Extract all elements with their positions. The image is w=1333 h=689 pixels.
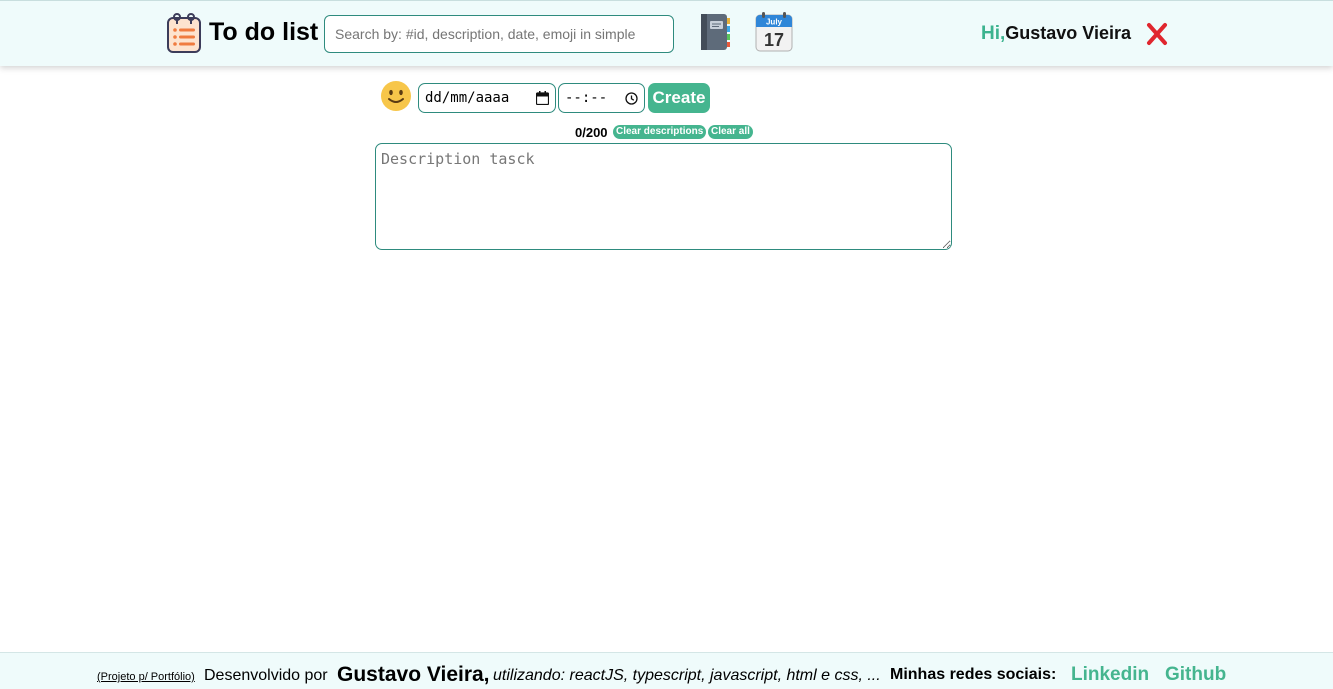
- time-field[interactable]: --:--: [558, 83, 645, 113]
- search-input[interactable]: [324, 15, 674, 53]
- clock-icon[interactable]: [625, 91, 638, 105]
- slightly-smiling-face-icon[interactable]: [380, 80, 412, 112]
- date-value: dd/mm/aaaa: [425, 90, 510, 106]
- user-name: Gustavo Vieira: [1005, 23, 1132, 43]
- greeting-hi: Hi,: [981, 23, 1006, 44]
- author-name: Gustavo Vieira,: [337, 663, 490, 686]
- clear-descriptions-button[interactable]: Clear descriptions: [613, 125, 707, 139]
- notepad-list-icon: [167, 13, 201, 53]
- social-label: Minhas redes sociais:: [890, 666, 1057, 683]
- developed-by-label: Desenvolvido por: [204, 667, 328, 684]
- portfolio-note: (Projeto p/ Portfólio): [97, 671, 195, 683]
- close-icon[interactable]: [1146, 22, 1168, 46]
- linkedin-link[interactable]: Linkedin: [1071, 664, 1149, 686]
- github-link[interactable]: Github: [1165, 664, 1226, 686]
- calendar-picker-icon[interactable]: [536, 91, 549, 105]
- calendar-day: 17: [764, 30, 784, 50]
- app-title: To do list: [209, 18, 319, 46]
- create-button[interactable]: Create: [648, 83, 710, 113]
- calendar-month: July: [766, 18, 783, 27]
- time-value: --:--: [565, 90, 608, 106]
- calendar-icon[interactable]: July 17: [755, 12, 793, 52]
- app-header: To do list July 17 Hi,Gustavo Vieira: [0, 0, 1333, 66]
- tech-stack: utilizando: reactJS, typescript, javascr…: [493, 667, 881, 684]
- char-counter: 0/200: [575, 125, 608, 140]
- description-textarea[interactable]: [375, 143, 952, 250]
- date-field[interactable]: dd/mm/aaaa: [418, 83, 556, 113]
- user-greeting: Hi,Gustavo Vieira: [981, 23, 1131, 45]
- notebook-icon[interactable]: [697, 12, 731, 52]
- footer: (Projeto p/ Portfólio) Desenvolvido por …: [0, 652, 1333, 689]
- clear-all-button[interactable]: Clear all: [708, 125, 753, 139]
